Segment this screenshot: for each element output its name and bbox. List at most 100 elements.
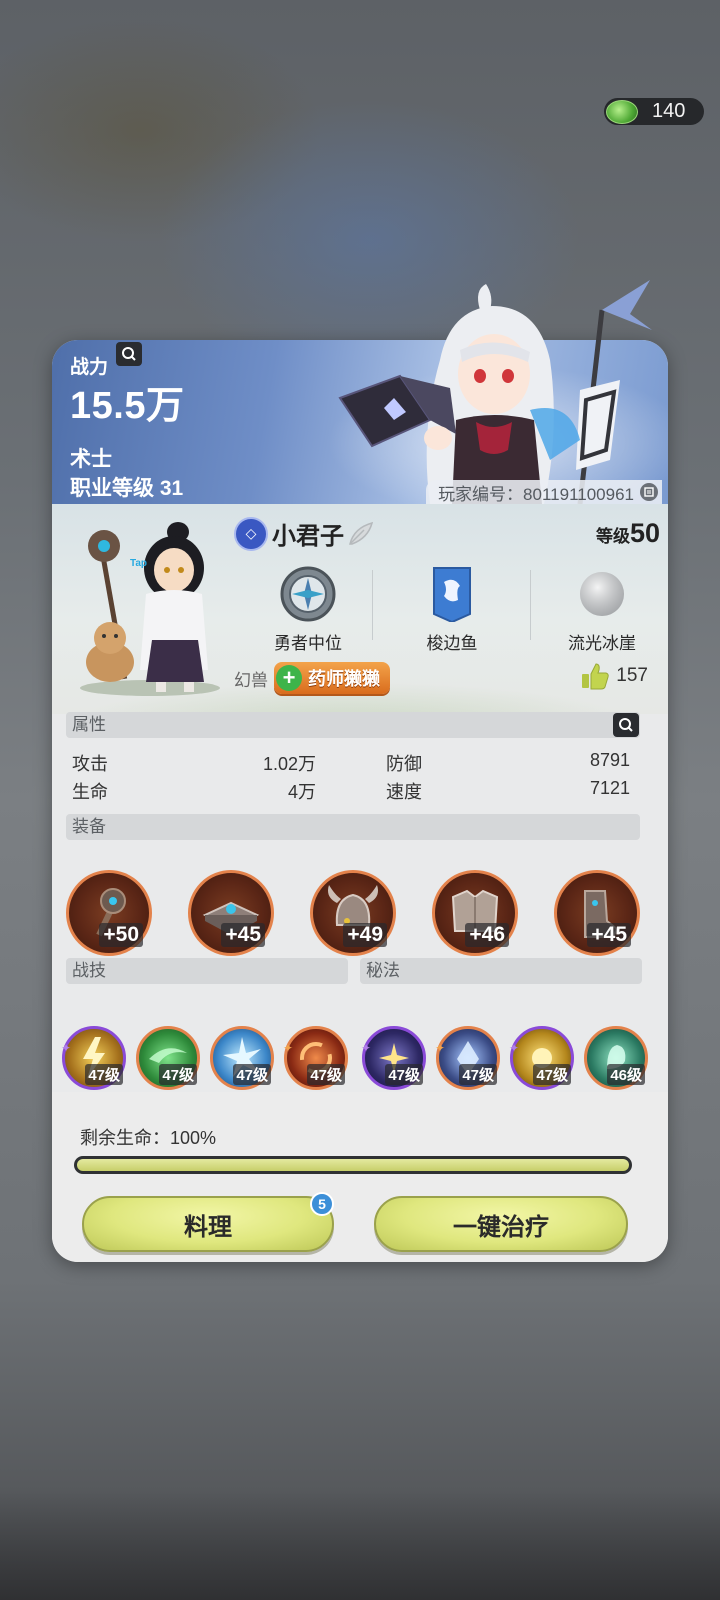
equipment-level: +46 [465, 923, 509, 947]
attributes-detail-button[interactable] [613, 713, 639, 737]
cook-button[interactable]: 料理 [82, 1196, 334, 1252]
health-bar-fill [77, 1159, 629, 1171]
skill-level: 47级 [459, 1064, 497, 1085]
guild-badge[interactable]: 梭边鱼 [392, 566, 512, 653]
skill-level: 47级 [85, 1064, 123, 1085]
skill-level: 47级 [159, 1064, 197, 1085]
notification-badge: 5 [310, 1192, 334, 1216]
skill-level: 46级 [607, 1064, 645, 1085]
stat-value: 7121 [589, 778, 630, 798]
player-id-text: 玩家编号：801191100961 [438, 484, 634, 504]
stat-label: 攻击 [72, 754, 108, 774]
attributes-header: 属性 [66, 712, 640, 738]
equipment-level: +45 [221, 923, 265, 947]
skill-level: 47级 [307, 1064, 345, 1085]
rank-badge[interactable]: 勇者中位 [248, 566, 368, 653]
svg-text:Tap: Tap [130, 558, 147, 569]
copy-icon[interactable] [640, 483, 658, 501]
combat-power-value: 15.5万 [70, 385, 185, 427]
search-icon [122, 347, 136, 361]
pet-name: 药师獭獭 [308, 669, 380, 689]
region-label: 流光冰崖 [568, 634, 636, 653]
equipment-level: +50 [99, 923, 143, 947]
equipment-slot[interactable]: +46 [432, 870, 518, 956]
likes-count: 157 [616, 665, 648, 686]
thumbs-up-icon [582, 663, 610, 690]
rank-emblem-icon [280, 566, 336, 622]
health-bar [74, 1156, 632, 1174]
equipment-slot[interactable]: +45 [188, 870, 274, 956]
guild-label: 梭边鱼 [426, 634, 478, 653]
stat-label: 生命 [72, 782, 108, 802]
character-avatar[interactable]: Tap [70, 510, 230, 700]
skill-level: 47级 [533, 1064, 571, 1085]
skill-slot[interactable]: ✦ 47级 [61, 1026, 126, 1090]
guild-banner-icon [433, 567, 471, 624]
equipment-level: +45 [587, 923, 631, 947]
cook-button-label: 料理 [184, 1213, 232, 1241]
job-class-icon: ◇ [234, 516, 268, 551]
region-badge[interactable]: 流光冰崖 [542, 566, 662, 653]
skill-slot[interactable]: ✦ 47级 [361, 1026, 426, 1090]
skill-level: 47级 [233, 1064, 271, 1085]
heal-button-label: 一键治疗 [453, 1213, 549, 1241]
stat-label: 速度 [386, 782, 422, 802]
currency-amount: 140 [652, 100, 686, 122]
stat-label: 防御 [386, 754, 422, 774]
feather-edit-icon[interactable] [346, 520, 376, 548]
class-level: 职业等级 31 [70, 477, 184, 500]
moon-orb-icon [580, 572, 624, 616]
rank-label: 勇者中位 [274, 634, 342, 653]
notification-count: 5 [318, 1196, 326, 1212]
skill-slot[interactable]: 47级 [136, 1026, 200, 1090]
combat-skills-header: 战技 [66, 958, 348, 984]
player-level: 等级 50 [596, 518, 660, 549]
rarity-star-icon: ✦ [61, 1041, 72, 1055]
plus-icon: + [276, 665, 302, 691]
attributes-title: 属性 [72, 715, 106, 734]
copy-glyph [644, 487, 654, 497]
pet-row: 幻兽 + 药师獭獭 [234, 662, 390, 694]
skill-slot[interactable]: ✦ 47级 [283, 1026, 348, 1090]
skill-level: 47级 [385, 1064, 423, 1085]
stat-value: 4万 [287, 782, 316, 802]
pet-name-button[interactable]: + 药师獭獭 [274, 662, 390, 694]
profile-section: Tap ◇ 小君子 等级 50 勇者中位 梭边鱼 流光冰崖 幻兽 + 药师獭獭 … [52, 504, 668, 714]
rarity-star-icon: ✦ [361, 1041, 372, 1055]
skill-slot[interactable]: ✦ 47级 [435, 1026, 500, 1090]
equipment-slot[interactable]: +45 [554, 870, 640, 956]
one-click-heal-button[interactable]: 一键治疗 [374, 1196, 628, 1252]
secret-arts-header: 秘法 [360, 958, 642, 984]
skill-slot[interactable]: ✦ 47级 [509, 1026, 574, 1090]
player-profile-panel: Tap ◇ 小君子 等级 50 勇者中位 梭边鱼 流光冰崖 幻兽 + 药师獭獭 … [52, 280, 668, 1262]
rarity-star-icon: ✦ [509, 1041, 520, 1055]
skill-slot[interactable]: 47级 [210, 1026, 274, 1090]
remaining-health-label: 剩余生命：100% [80, 1128, 217, 1148]
equipment-title: 装备 [72, 817, 106, 836]
player-id: 玩家编号：801191100961 [426, 480, 662, 504]
leaf-currency-icon [606, 99, 638, 124]
equipment-slot[interactable]: +50 [66, 870, 152, 956]
likes-counter[interactable]: 157 [580, 662, 648, 690]
player-name-row: ◇ 小君子 [234, 516, 376, 551]
rarity-star-icon: ✦ [283, 1041, 294, 1055]
pet-label: 幻兽 [234, 670, 268, 690]
skill-slot[interactable]: 46级 [584, 1026, 648, 1090]
rarity-star-icon: ✦ [435, 1041, 446, 1055]
combat-power-detail-button[interactable] [116, 342, 142, 366]
level-label: 等级 [595, 527, 630, 546]
combat-skills-title: 战技 [72, 961, 106, 980]
badge-divider [530, 570, 531, 640]
badge-divider [372, 570, 373, 640]
stat-value: 1.02万 [262, 754, 316, 774]
profile-badges: 勇者中位 梭边鱼 流光冰崖 [248, 566, 658, 653]
secret-arts-title: 秘法 [366, 961, 400, 980]
class-name: 术士 [70, 448, 112, 471]
equipment-header: 装备 [66, 814, 640, 840]
stat-value: 8791 [589, 750, 630, 770]
search-icon [619, 718, 633, 732]
level-value: 50 [629, 518, 660, 548]
class-hero-illustration [338, 280, 652, 504]
equipment-slot[interactable]: +49 [310, 870, 396, 956]
player-name: 小君子 [272, 523, 344, 550]
